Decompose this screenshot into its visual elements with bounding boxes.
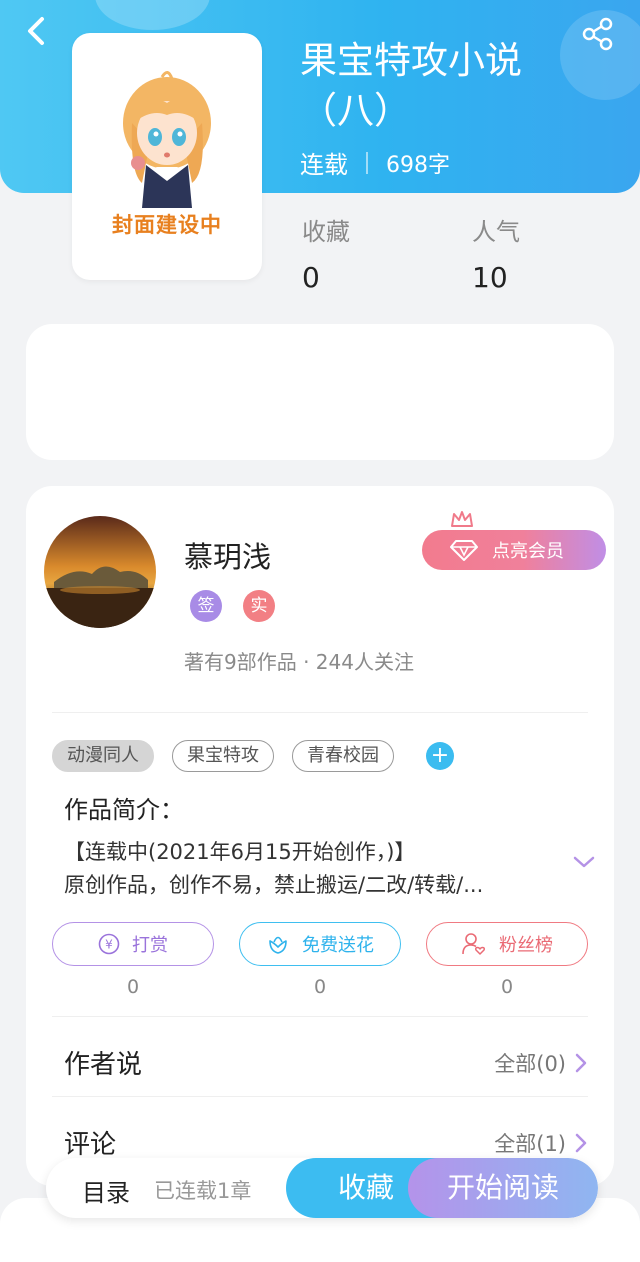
- diamond-icon: [450, 540, 478, 561]
- send-flower-label: 免费送花: [302, 935, 374, 956]
- tag-item[interactable]: 动漫同人: [52, 740, 154, 772]
- divider: [52, 1016, 588, 1017]
- signed-badge: 签: [190, 590, 222, 622]
- table-of-contents-button[interactable]: 目录: [82, 1173, 130, 1208]
- intro-line: 【连载中(2021年6月15开始创作，)】: [64, 840, 416, 864]
- comments-count: 全部(1): [494, 1132, 566, 1156]
- fan-ranking-label: 粉丝榜: [499, 935, 553, 956]
- verified-badge: 实: [243, 590, 275, 622]
- blank-card: [26, 324, 614, 460]
- tag-item[interactable]: 青春校园: [292, 740, 394, 772]
- user-heart-icon: [462, 933, 486, 955]
- divider: [366, 151, 368, 174]
- chevron-right-icon: [575, 1133, 587, 1153]
- start-reading-button[interactable]: 开始阅读: [408, 1158, 598, 1218]
- bottom-action-bar: 目录 已连载1章 收藏 开始阅读: [46, 1158, 598, 1218]
- author-says-heading: 作者说: [64, 1050, 143, 1080]
- stat-value: 0: [302, 261, 320, 294]
- stat-value: 10: [472, 261, 508, 294]
- divider: [52, 712, 588, 713]
- vip-membership-button[interactable]: 点亮会员: [422, 530, 606, 570]
- send-flower-button[interactable]: 免费送花: [239, 922, 401, 966]
- fan-ranking-button[interactable]: 粉丝榜: [426, 922, 588, 966]
- stat-label: 收藏: [302, 218, 350, 246]
- book-status-row: 连载 698字: [300, 145, 450, 180]
- stat-popularity: 人气 10: [472, 212, 520, 294]
- divider: [52, 1096, 588, 1097]
- fan-count: 0: [500, 976, 514, 998]
- intro-text: 【连载中(2021年6月15开始创作，)】 原创作品，创作不易，禁止搬运/二改/…: [64, 836, 554, 902]
- author-says-all-link[interactable]: 全部(0): [494, 1048, 588, 1078]
- tag-list: 动漫同人 果宝特攻 青春校园 +: [52, 740, 454, 772]
- chevron-right-icon: [575, 1053, 587, 1073]
- chapter-status[interactable]: 已连载1章: [154, 1175, 251, 1205]
- reward-count: 0: [126, 976, 140, 998]
- cover-placeholder-text: 封面建设中: [112, 213, 222, 237]
- decor-bubble: [95, 0, 210, 30]
- book-detail-card: 慕玥浅 签 实 著有9部作品 · 244人关注 点亮会员 动漫同人 果宝特攻 青…: [26, 486, 614, 1186]
- author-name[interactable]: 慕玥浅: [184, 534, 271, 576]
- intro-line: 原创作品，创作不易，禁止搬运/二改/转载/...: [64, 873, 484, 897]
- stat-label: 人气: [472, 218, 520, 246]
- book-title-line2: （八）: [300, 89, 411, 132]
- back-icon[interactable]: [20, 14, 54, 48]
- vip-button-label: 点亮会员: [492, 541, 564, 562]
- reward-button[interactable]: ¥ 打赏: [52, 922, 214, 966]
- book-title: 果宝特攻小说 （八）: [300, 36, 620, 136]
- add-tag-icon[interactable]: +: [426, 742, 454, 770]
- comments-heading: 评论: [64, 1130, 117, 1160]
- tag-item[interactable]: 果宝特攻: [172, 740, 274, 772]
- author-says-count: 全部(0): [494, 1052, 566, 1076]
- stat-favorites: 收藏 0: [302, 212, 350, 294]
- comments-all-link[interactable]: 全部(1): [494, 1128, 588, 1158]
- author-meta: 著有9部作品 · 244人关注: [184, 650, 414, 674]
- yen-coin-icon: ¥: [98, 933, 120, 955]
- flower-icon: [269, 936, 287, 954]
- intro-heading: 作品简介：: [64, 796, 184, 824]
- book-cover[interactable]: 封面建设中: [72, 33, 262, 280]
- reward-label: 打赏: [132, 935, 168, 956]
- word-count: 698字: [386, 152, 450, 178]
- svg-text:¥: ¥: [105, 938, 113, 952]
- author-avatar[interactable]: [44, 516, 156, 628]
- crown-icon: [451, 511, 473, 527]
- anime-girl-illustration: [123, 71, 211, 208]
- chevron-down-icon[interactable]: [572, 854, 596, 870]
- flower-count: 0: [313, 976, 327, 998]
- book-title-line1: 果宝特攻小说: [300, 39, 522, 82]
- serial-status: 连载: [300, 151, 348, 179]
